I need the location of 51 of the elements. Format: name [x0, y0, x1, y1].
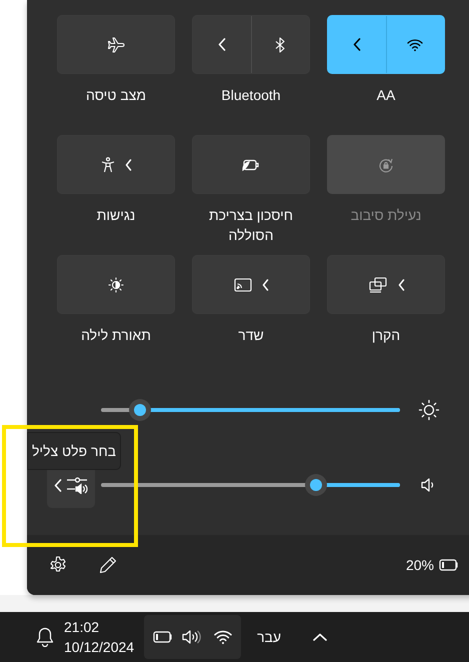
tile-label: AA: [376, 86, 396, 105]
toggle-button[interactable]: [57, 255, 175, 314]
bluetooth-icon: [275, 36, 286, 52]
chevron-icon: [124, 158, 132, 170]
tooltip: בחר פלט צליל: [27, 432, 122, 470]
chevron-icon: [352, 38, 361, 51]
slider[interactable]: [101, 399, 400, 421]
chevron-icon: [54, 478, 62, 492]
project-display-icon: [368, 276, 388, 292]
night-light-icon: [108, 276, 124, 292]
tile-label: שדר: [237, 326, 265, 345]
language-button[interactable]: עבר: [257, 629, 282, 645]
tile-label: חיסכון בצריכת הסוללה: [208, 206, 294, 245]
notification-bell-icon[interactable]: [36, 627, 54, 647]
speaker-icon: [421, 477, 435, 493]
settings-icon[interactable]: [49, 556, 67, 574]
pencil-icon[interactable]: [99, 556, 117, 574]
chevron-icon: [262, 278, 268, 290]
tile-label: נגישות: [96, 206, 136, 225]
battery-icon: [439, 559, 459, 571]
speaker-icon: [182, 629, 204, 645]
system-tray-button[interactable]: [144, 615, 242, 659]
chevron-icon: [398, 278, 404, 290]
tile-label: מצב טיסה: [85, 86, 147, 105]
slider-thumb[interactable]: [305, 474, 328, 496]
wifi-icon: [407, 38, 424, 52]
battery-percentage: 20%: [406, 557, 434, 573]
accessibility-icon: [100, 156, 114, 172]
battery-icon: [152, 631, 173, 643]
toggle-button[interactable]: [192, 135, 310, 194]
clock-button[interactable]: 21:02 10/12/2024: [64, 617, 134, 657]
chevron-up-icon: [313, 633, 328, 641]
audio-output-icon: [66, 476, 88, 494]
tile-label: Bluetooth: [220, 86, 282, 105]
wifi-icon: [212, 629, 233, 645]
show-hidden-icons-button[interactable]: [313, 633, 328, 641]
toggle-button[interactable]: [57, 135, 175, 194]
toggle-button[interactable]: [192, 255, 310, 314]
toggle-button[interactable]: [327, 255, 445, 314]
brightness-icon: [418, 399, 440, 421]
battery-saver-icon: [241, 158, 261, 172]
tile-label: תאורת לילה: [80, 326, 152, 345]
slider-thumb[interactable]: [128, 399, 151, 421]
toggle-button[interactable]: [57, 15, 175, 74]
chevron-icon: [218, 38, 226, 51]
cast-icon: [234, 278, 252, 292]
tile-label: נעילת סיבוב: [350, 206, 422, 225]
rotation-lock-icon: [378, 156, 394, 172]
tile-label: הקרן: [370, 326, 402, 345]
airplane-icon: [107, 36, 125, 52]
slider[interactable]: [101, 474, 400, 496]
